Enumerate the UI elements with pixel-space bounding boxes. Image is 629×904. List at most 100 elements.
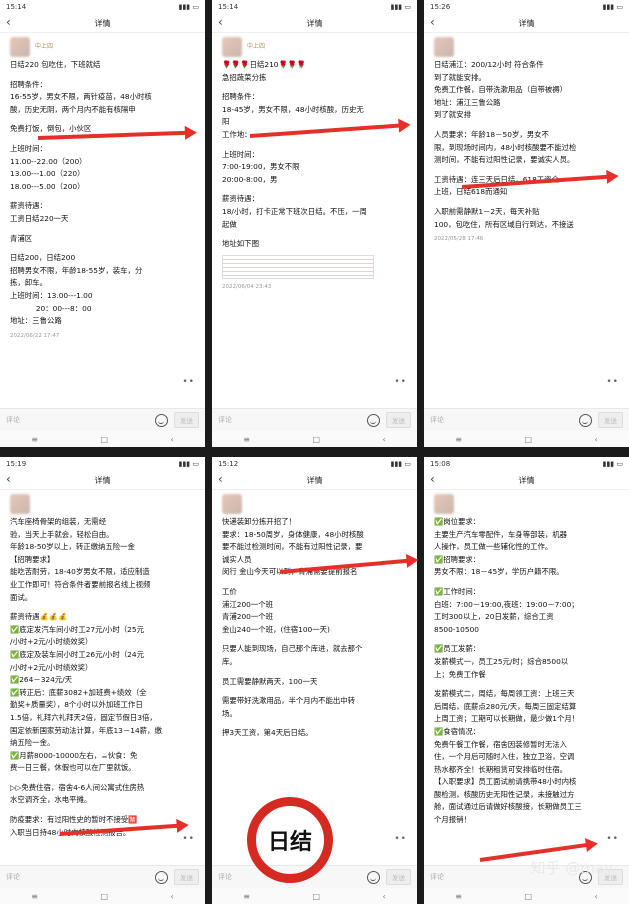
- nav-bar: ‹ 详情: [212, 14, 417, 33]
- comment-bar: 评论 发送: [424, 408, 629, 431]
- more-icon[interactable]: ••: [394, 834, 407, 844]
- nav-bar: ‹ 详情: [0, 14, 205, 33]
- avatar[interactable]: [434, 494, 454, 514]
- back-icon[interactable]: ‹: [595, 892, 598, 901]
- post-line: ✅264－324元/天: [10, 675, 73, 685]
- back-arrow-icon[interactable]: ‹: [430, 472, 435, 486]
- send-button[interactable]: 发送: [598, 412, 623, 428]
- post-header: 中上四: [222, 37, 409, 57]
- nav-title: 详情: [94, 18, 111, 28]
- send-button[interactable]: 发送: [386, 869, 411, 885]
- avatar[interactable]: [222, 494, 242, 514]
- battery-icon: ▮▮▮ ▭: [602, 3, 623, 11]
- post-line: 酸检测，核酸历史无阳性记录，未接触过方: [434, 789, 575, 799]
- post-line: 要不能过检测时间，不能有过阳性记录，要: [222, 542, 363, 552]
- post-line: 场。: [222, 708, 237, 718]
- menu-icon[interactable]: ≡: [243, 892, 250, 901]
- menu-icon[interactable]: ≡: [455, 892, 462, 901]
- nav-bar: ‹ 详情: [424, 471, 629, 490]
- back-arrow-icon[interactable]: ‹: [218, 15, 223, 29]
- back-icon[interactable]: ‹: [383, 435, 386, 444]
- post-line: 18/小时，打卡正常下班次日结。不压，一周: [222, 206, 367, 216]
- back-arrow-icon[interactable]: ‹: [6, 15, 11, 29]
- post-body: 快递装卸分拣开招了！ 要求：18-50周岁，身体健康，48小时核酸 要不能过检测时间…: [212, 490, 417, 849]
- back-icon[interactable]: ‹: [171, 892, 174, 901]
- post-line: 酸，历史无阴，两个月内不能有核隔申: [10, 104, 136, 114]
- post-line: 能吃苦耐劳，18-40岁男女不限，适应制造: [10, 567, 150, 577]
- post-line: ✅底定发汽车间小时工27元/小时（25元: [10, 624, 144, 634]
- post-line: 白班：7:00－19:00,夜班：19:00－7:00；: [434, 599, 579, 609]
- home-icon[interactable]: □: [100, 892, 108, 901]
- avatar[interactable]: [434, 37, 454, 57]
- home-icon[interactable]: □: [312, 435, 320, 444]
- status-bar: 15:12 ▮▮▮ ▭: [212, 457, 417, 471]
- menu-icon[interactable]: ≡: [455, 435, 462, 444]
- post-line: 7:00-19:00，男女不限: [222, 162, 300, 172]
- menu-icon[interactable]: ≡: [31, 892, 38, 901]
- back-icon[interactable]: ‹: [171, 435, 174, 444]
- avatar[interactable]: [10, 37, 30, 57]
- avatar[interactable]: [222, 37, 242, 57]
- home-icon[interactable]: □: [312, 892, 320, 901]
- post-line: 薪资待遇：: [222, 194, 259, 204]
- post-line: ✅转正后：底薪3082+加班费+绩效（全: [10, 687, 147, 697]
- send-button[interactable]: 发送: [174, 412, 199, 428]
- emoji-icon[interactable]: [367, 413, 380, 427]
- back-arrow-icon[interactable]: ‹: [6, 472, 11, 486]
- avatar[interactable]: [10, 494, 30, 514]
- send-button[interactable]: 发送: [174, 869, 199, 885]
- emoji-icon[interactable]: [579, 413, 592, 427]
- post-line: 招聘条件：: [222, 92, 259, 102]
- more-icon[interactable]: ••: [606, 834, 619, 844]
- emoji-icon[interactable]: [155, 870, 168, 884]
- status-time: 15:26: [430, 3, 451, 11]
- post-line: [222, 720, 409, 727]
- post-line: 到了就安排: [434, 110, 471, 120]
- back-icon[interactable]: ‹: [383, 892, 386, 901]
- comment-input[interactable]: 评论: [218, 415, 367, 425]
- back-icon[interactable]: ‹: [595, 435, 598, 444]
- post-time: 2022/06/04 23:43: [222, 283, 272, 290]
- address-image[interactable]: [222, 254, 374, 279]
- more-icon[interactable]: ••: [394, 377, 407, 387]
- home-icon[interactable]: □: [524, 892, 532, 901]
- post-line: 起做: [222, 219, 237, 229]
- phone-screen-5: 15:12 ▮▮▮ ▭ ‹ 详情 快递装卸分拣开招了！ 要求：18-50周岁，身体健…: [212, 457, 417, 904]
- status-bar: 15:19 ▮▮▮ ▭: [0, 457, 205, 471]
- post-line: 需要带好洗漱用品，半个月内不能出中转: [222, 696, 356, 706]
- post-line: 限，到现场时间内，48小时核酸要不能过检: [434, 142, 577, 152]
- post-line: 上周工资；工期可以长期做，最少做1个月！: [434, 714, 580, 724]
- status-bar: 15:08 ▮▮▮ ▭: [424, 457, 629, 471]
- home-icon[interactable]: □: [100, 435, 108, 444]
- post-line: [222, 669, 409, 676]
- emoji-icon[interactable]: [155, 413, 168, 427]
- post-body: 中上四 🌹🌹🌹日结210🌹🌹🌹 急招蔬菜分拣 招聘条件： 18-45岁，男女不限，48…: [212, 33, 417, 392]
- more-icon[interactable]: ••: [606, 377, 619, 387]
- post-line: 住，一个月后可随时入住，独立卫浴，空调: [434, 752, 575, 762]
- system-nav-bar: ≡ □ ‹: [0, 888, 205, 904]
- battery-icon: ▮▮▮ ▭: [178, 3, 199, 11]
- emoji-icon[interactable]: [367, 870, 380, 884]
- back-arrow-icon[interactable]: ‹: [430, 15, 435, 29]
- post-line: ▷▷免费住宿，宿舍4-6人间公寓式住房热: [10, 782, 145, 792]
- menu-icon[interactable]: ≡: [31, 435, 38, 444]
- post-line: 地址如下图: [222, 239, 259, 249]
- post-line: [10, 807, 197, 814]
- post-line: [222, 579, 409, 586]
- battery-icon: ▮▮▮ ▭: [178, 460, 199, 468]
- comment-input[interactable]: 评论: [6, 415, 155, 425]
- post-line: 【招聘要求】: [10, 554, 55, 564]
- post-line: [10, 604, 197, 611]
- comment-input[interactable]: 评论: [6, 872, 155, 882]
- more-icon[interactable]: ••: [182, 834, 195, 844]
- comment-input[interactable]: 评论: [430, 415, 579, 425]
- more-icon[interactable]: ••: [182, 377, 195, 387]
- send-button[interactable]: 发送: [386, 412, 411, 428]
- post-line: [222, 84, 409, 91]
- post-line: 发薪模式二，周结，每周领工资：上班三天: [434, 689, 575, 699]
- menu-icon[interactable]: ≡: [243, 435, 250, 444]
- post-header: 中上四: [10, 37, 197, 57]
- back-arrow-icon[interactable]: ‹: [218, 472, 223, 486]
- home-icon[interactable]: □: [524, 435, 532, 444]
- post-line: 1.5倍，礼拜六礼拜天2倍，固定节假日3倍，: [10, 712, 157, 722]
